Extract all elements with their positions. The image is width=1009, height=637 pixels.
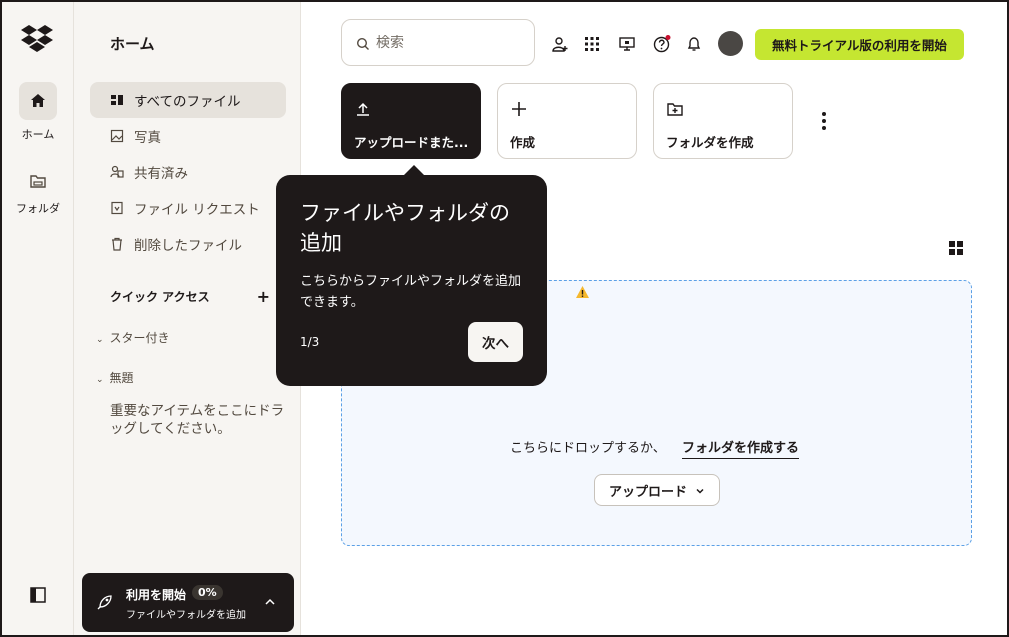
search-box[interactable] — [341, 19, 535, 66]
plus-icon — [510, 100, 528, 118]
create-folder-link[interactable]: フォルダを作成する — [682, 437, 800, 459]
rail-item-home[interactable]: ホーム — [2, 82, 74, 142]
section-untitled-label: 無題 — [109, 371, 134, 385]
help-icon[interactable] — [653, 35, 671, 53]
sidebar-item-photos[interactable]: 写真 — [90, 118, 286, 154]
chevron-down-icon — [695, 485, 705, 495]
chevron-down-icon: ⌄ — [96, 335, 104, 345]
section-starred[interactable]: ⌄ スター付き — [96, 329, 170, 346]
progress-badge: 0% — [192, 585, 223, 600]
start-trial-button[interactable]: 無料トライアル版の利用を開始 — [755, 29, 964, 60]
new-folder-icon — [666, 100, 684, 118]
search-icon — [356, 36, 370, 50]
avatar[interactable] — [718, 31, 743, 56]
create-label: 作成 — [510, 135, 536, 150]
grid-view-icon[interactable] — [948, 240, 964, 256]
file-request-icon — [110, 201, 124, 215]
sidebar-item-label: 削除したファイル — [134, 238, 242, 254]
quick-access-add-button[interactable]: + — [257, 288, 270, 304]
upload-dropdown-button[interactable]: アップロード — [594, 474, 720, 506]
screen-icon[interactable] — [618, 35, 636, 53]
rocket-icon — [96, 593, 114, 611]
sidebar-title: ホーム — [110, 35, 155, 53]
get-started-title: 利用を開始 — [126, 588, 187, 602]
shared-icon — [110, 165, 124, 179]
sidebar-item-label: ファイル リクエスト — [134, 202, 260, 218]
tooltip-title: ファイルやフォルダの追加 — [300, 201, 510, 255]
apps-grid-icon[interactable] — [583, 35, 601, 53]
sidebar-nav: すべてのファイル 写真 共有済み ファイル リクエスト 削除したファイル — [90, 82, 286, 262]
home-icon — [19, 82, 57, 120]
sidebar-item-label: すべてのファイル — [134, 94, 241, 110]
dropbox-logo[interactable] — [20, 24, 54, 52]
sidebar: ホーム すべてのファイル 写真 共有済み ファイル リクエスト 削除したファイル… — [74, 2, 301, 635]
upload-label: アップロードまた... — [354, 135, 469, 150]
get-started-card[interactable]: 利用を開始 0% ファイルやフォルダを追加 — [82, 573, 294, 632]
sidebar-toggle-icon[interactable] — [28, 586, 48, 604]
notification-dot — [665, 35, 671, 40]
search-input[interactable] — [376, 34, 516, 51]
upload-dropdown-label: アップロード — [608, 484, 687, 500]
sidebar-item-all-files[interactable]: すべてのファイル — [90, 82, 286, 118]
quick-access-header: クイック アクセス + — [110, 288, 270, 305]
rail-label-folder: フォルダ — [16, 202, 60, 215]
warning-icon — [575, 284, 590, 298]
chevron-up-icon[interactable] — [264, 593, 276, 605]
app-window: ホーム フォルダ ホーム すべてのファイル 写真 共有済み ファイル リクエスト… — [0, 0, 1009, 637]
trash-icon — [110, 237, 124, 251]
get-started-subtitle: ファイルやフォルダを追加 — [126, 610, 246, 621]
upload-button[interactable]: アップロードまた... — [341, 83, 481, 159]
create-folder-label: フォルダを作成 — [666, 135, 754, 150]
rail-item-folder[interactable]: フォルダ — [2, 168, 74, 216]
sidebar-item-label: 写真 — [134, 130, 161, 146]
more-options-icon[interactable] — [816, 110, 832, 132]
photo-icon — [110, 129, 124, 143]
add-member-icon[interactable] — [551, 35, 569, 53]
tooltip-step-counter: 1/3 — [300, 335, 320, 349]
upload-icon — [354, 100, 372, 118]
chevron-down-icon: ⌄ — [96, 375, 104, 385]
next-button[interactable]: 次へ — [468, 322, 523, 362]
onboarding-tooltip: ファイルやフォルダの追加 こちらからファイルやフォルダを追加できます。 1/3 … — [276, 175, 547, 386]
sidebar-item-label: 共有済み — [134, 166, 188, 182]
rail-label-home: ホーム — [21, 128, 55, 141]
tooltip-body: こちらからファイルやフォルダを追加できます。 — [300, 274, 522, 310]
drop-zone-text: こちらにドロップするか、 — [510, 441, 666, 456]
quick-access-title: クイック アクセス — [110, 290, 210, 304]
sidebar-item-shared[interactable]: 共有済み — [90, 154, 286, 190]
section-untitled[interactable]: ⌄ 無題 — [96, 369, 134, 386]
bell-icon[interactable] — [685, 35, 703, 53]
folder-icon — [19, 168, 57, 194]
all-files-icon — [110, 93, 124, 107]
section-starred-label: スター付き — [109, 331, 170, 345]
nav-rail: ホーム フォルダ — [2, 2, 74, 635]
sidebar-item-file-requests[interactable]: ファイル リクエスト — [90, 190, 286, 226]
sidebar-item-deleted[interactable]: 削除したファイル — [90, 226, 286, 262]
quick-access-drop-hint: 重要なアイテムをここにドラッグしてください。 — [110, 403, 285, 437]
create-folder-button[interactable]: フォルダを作成 — [653, 83, 793, 159]
create-button[interactable]: 作成 — [497, 83, 637, 159]
